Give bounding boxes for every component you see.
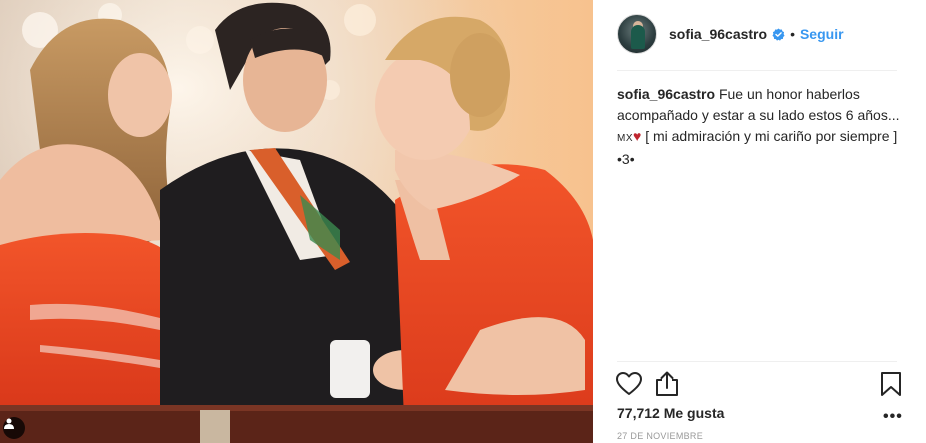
separator-dot: • [790,26,795,42]
caption-username[interactable]: sofia_96castro [617,86,715,102]
post-actions [615,370,905,400]
likes-count[interactable]: 77,712 Me gusta [617,405,724,421]
bookmark-icon[interactable] [877,370,905,398]
post-side-panel: sofia_96castro • Seguir sofia_96castro F… [593,0,926,443]
username[interactable]: sofia_96castro [669,26,767,42]
photo-illustration [0,0,593,443]
heart-icon[interactable] [615,370,643,398]
avatar[interactable] [617,14,657,54]
actions-divider [617,361,897,362]
post-caption: sofia_96castro Fue un honor haberlos aco… [617,84,905,170]
post-header: sofia_96castro • Seguir [617,10,897,58]
post-photo[interactable] [0,0,593,443]
caption-text-2: [ mi admiración y mi cariño por siempre … [617,128,898,167]
share-icon[interactable] [653,370,681,398]
user-tag-icon[interactable] [3,417,25,439]
more-options-icon[interactable]: ••• [883,408,903,426]
verified-badge-icon [772,27,785,41]
header-divider [617,70,897,71]
follow-button[interactable]: Seguir [800,26,844,42]
caption-mx: MX [617,133,633,144]
post-date[interactable]: 27 DE NOVIEMBRE [617,431,703,441]
heart-emoji: ♥ [633,128,642,144]
